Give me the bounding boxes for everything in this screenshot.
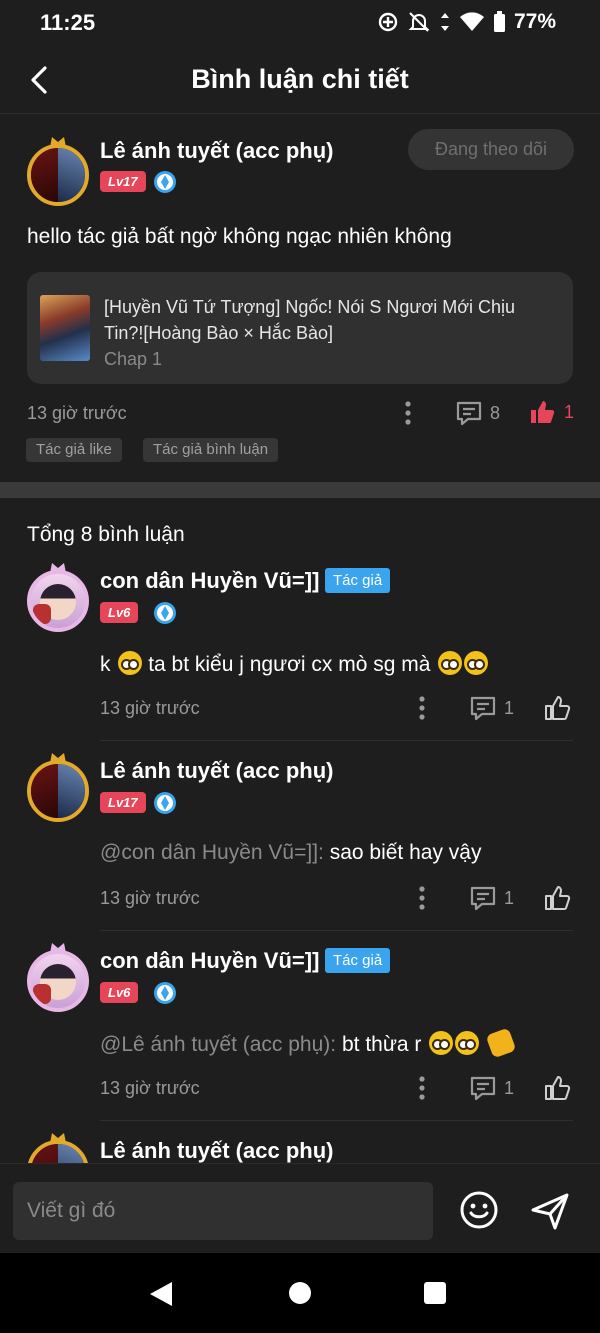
story-thumbnail (40, 295, 90, 361)
section-divider (0, 482, 600, 498)
level-badge: Lv6 (100, 602, 139, 623)
reply-count: 1 (504, 1077, 515, 1098)
notifications-off-icon (408, 12, 430, 32)
replies-list[interactable]: Tổng 8 bình luận con dân Huyền Vũ=]] Tác… (0, 498, 600, 1163)
nav-back-icon[interactable] (148, 1280, 174, 1308)
comment-input[interactable] (13, 1182, 433, 1240)
more-button[interactable] (414, 885, 430, 911)
comment-count: 8 (490, 402, 501, 423)
page-title: Bình luận chi tiết (191, 64, 409, 94)
emoji-icon[interactable] (459, 1190, 499, 1230)
nerd-face-icon (455, 1031, 480, 1055)
reply-count: 1 (504, 697, 515, 718)
story-chapter: Chap 1 (104, 349, 163, 369)
thumbs-up-icon (545, 886, 571, 910)
row-divider (100, 1120, 573, 1121)
avatar[interactable] (21, 750, 95, 830)
reply-count-button[interactable]: 1 (469, 884, 514, 912)
nerd-face-icon (464, 651, 489, 675)
row-divider (100, 930, 573, 931)
verified-icon (154, 982, 176, 1004)
nerd-face-icon (429, 1031, 454, 1055)
data-saver-icon (378, 12, 398, 32)
story-card[interactable]: [Huyền Vũ Tứ Tượng] Ngốc! Nói S Ngươi Mớ… (27, 272, 573, 384)
battery-icon (493, 11, 505, 32)
data-arrows-icon (440, 13, 449, 31)
level-badge: Lv17 (100, 792, 146, 813)
reply-count: 1 (504, 887, 515, 908)
nerd-face-icon (118, 651, 143, 675)
more-button[interactable] (400, 400, 416, 426)
comment-text: hello tác giả bất ngờ không ngạc nhiên k… (27, 225, 452, 248)
reply-time: 13 giờ trước (100, 888, 200, 908)
more-vertical-icon (405, 401, 411, 425)
reply-time: 13 giờ trước (100, 1078, 200, 1098)
avatar[interactable] (21, 940, 95, 1020)
verified-icon (154, 171, 176, 193)
send-icon[interactable] (529, 1190, 571, 1232)
comment-icon (470, 886, 496, 911)
comment-time: 13 giờ trước (27, 403, 127, 423)
reply-text: @con dân Huyền Vũ=]]: sao biết hay vậy (100, 841, 482, 864)
more-vertical-icon (419, 696, 425, 720)
level-badge: Lv6 (100, 982, 139, 1003)
comment-input-bar (0, 1163, 600, 1253)
comment-icon (470, 1076, 496, 1101)
status-bar: 11:25 77% (0, 0, 600, 48)
thumbs-up-icon (545, 696, 571, 720)
comment-count-button[interactable]: 8 (455, 399, 500, 427)
like-count: 1 (564, 401, 575, 422)
verified-icon (154, 602, 176, 624)
nerd-face-icon (438, 651, 463, 675)
thumbs-up-icon (545, 1076, 571, 1100)
story-title: [Huyền Vũ Tứ Tượng] Ngốc! Nói S Ngươi Mớ… (104, 297, 516, 343)
thumbs-up-filled-icon (531, 401, 555, 423)
battery-percentage: 77% (513, 10, 556, 33)
avatar[interactable] (21, 1130, 95, 1163)
nav-home-icon[interactable] (289, 1282, 311, 1304)
system-nav-bar (0, 1253, 600, 1333)
header: Bình luận chi tiết (0, 48, 600, 114)
level-badge: Lv17 (100, 171, 146, 192)
reply-text: @Lê ánh tuyết (acc phụ): bt thừa r (100, 1027, 517, 1059)
more-vertical-icon (419, 886, 425, 910)
tag-author-comment: Tác giả bình luận (143, 438, 279, 462)
reply-mention[interactable]: @con dân Huyền Vũ=]]: (100, 841, 324, 864)
wifi-icon (459, 12, 484, 31)
verified-icon (154, 792, 176, 814)
more-vertical-icon (419, 1076, 425, 1100)
username[interactable]: Lê ánh tuyết (acc phụ) (100, 758, 333, 784)
like-button[interactable] (543, 884, 571, 912)
more-button[interactable] (414, 1075, 430, 1101)
tag-author-like: Tác giả like (26, 438, 122, 462)
reply-time: 13 giờ trước (100, 698, 200, 718)
nav-recents-icon[interactable] (424, 1282, 446, 1304)
reply-text: k ta bt kiểu j ngươi cx mò sg mà (100, 651, 489, 677)
username[interactable]: con dân Huyền Vũ=]] (100, 948, 319, 974)
avatar[interactable] (21, 560, 95, 640)
username[interactable]: Lê ánh tuyết (acc phụ) (100, 1138, 333, 1163)
like-button[interactable]: 1 (528, 398, 574, 426)
follow-button[interactable]: Đang theo dõi (408, 129, 574, 170)
status-time: 11:25 (40, 10, 96, 35)
author-badge: Tác giả (325, 948, 391, 973)
like-button[interactable] (543, 1074, 571, 1102)
more-button[interactable] (414, 695, 430, 721)
username[interactable]: con dân Huyền Vũ=]] (100, 568, 319, 594)
username[interactable]: Lê ánh tuyết (acc phụ) (100, 138, 333, 164)
author-badge: Tác giả (325, 568, 391, 593)
reply-mention[interactable]: @Lê ánh tuyết (acc phụ): (100, 1033, 336, 1056)
like-button[interactable] (543, 694, 571, 722)
comment-icon (470, 696, 496, 721)
reply-count-button[interactable]: 1 (469, 694, 514, 722)
comment-icon (456, 401, 482, 426)
clapping-hands-icon (485, 1027, 517, 1059)
status-icons: 77% (377, 10, 556, 34)
row-divider (100, 740, 573, 741)
total-comments-label: Tổng 8 bình luận (27, 523, 185, 546)
avatar[interactable] (21, 134, 95, 214)
reply-count-button[interactable]: 1 (469, 1074, 514, 1102)
